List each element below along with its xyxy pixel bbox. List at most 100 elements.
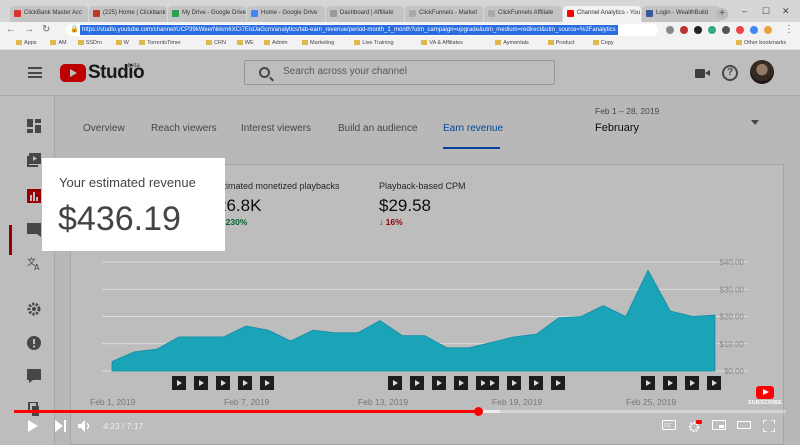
video-marker-icon[interactable]	[707, 376, 721, 390]
video-marker-icon[interactable]	[172, 376, 186, 390]
next-icon[interactable]	[55, 420, 67, 432]
video-marker-icon[interactable]	[432, 376, 446, 390]
browser-tab-label: Login - WealthBuild	[656, 10, 708, 16]
minimize-icon[interactable]: –	[742, 6, 747, 16]
reload-icon[interactable]: ↻	[42, 24, 50, 35]
video-marker-icon[interactable]	[388, 376, 402, 390]
progress-scrubber[interactable]	[474, 407, 484, 416]
new-tab-button[interactable]: +	[716, 8, 728, 20]
bookmarks-bar: Apps AM SSDrn W TorrentsTimer CRN WE Admin Marke…	[0, 38, 800, 50]
browser-tab-label: (225) Home | Clickbank	[103, 10, 166, 16]
fullscreen-icon[interactable]	[763, 420, 775, 432]
folder-icon	[592, 40, 599, 46]
lock-icon: 🔒	[70, 26, 79, 33]
browser-tab[interactable]: ClickFunnels - Market	[405, 6, 483, 22]
tab-favicon-icon	[330, 10, 337, 17]
bookmark-item[interactable]: TorrentsTimer	[139, 40, 181, 46]
extension-icon[interactable]	[694, 26, 702, 34]
svg-text:CC: CC	[665, 423, 672, 429]
bookmark-item[interactable]: CRN	[206, 40, 226, 46]
browser-tab-label: Channel Analytics - You	[577, 10, 641, 16]
video-marker-icon[interactable]	[507, 376, 521, 390]
menu-icon[interactable]: ⋮	[784, 24, 794, 35]
captions-icon[interactable]: CC	[662, 420, 676, 430]
bookmark-item[interactable]: Copy	[592, 40, 614, 46]
extension-icon[interactable]	[722, 26, 730, 34]
bookmark-item[interactable]: Product	[547, 40, 575, 46]
address-bar[interactable]: 🔒 https://studio.youtube.com/channel/UCP…	[66, 24, 658, 36]
subscribe-watermark[interactable]: SUBSCRIBE	[747, 386, 783, 406]
browser-tab-label: ClickFunnels Affiliate	[498, 10, 554, 16]
bookmark-item[interactable]: AM	[50, 40, 67, 46]
browser-tab[interactable]: (225) Home | Clickbank	[89, 6, 167, 22]
video-marker-icon[interactable]	[641, 376, 655, 390]
bookmark-item[interactable]: Marketing	[302, 40, 334, 46]
revenue-value: $436.19	[58, 200, 181, 238]
browser-tab[interactable]: My Drive - Google Drive	[168, 6, 246, 22]
video-marker-icon[interactable]	[216, 376, 230, 390]
video-marker-icon[interactable]	[551, 376, 565, 390]
revenue-area	[111, 269, 716, 372]
browser-tab[interactable]: Login - WealthBuild	[642, 6, 720, 22]
play-icon[interactable]	[27, 420, 39, 432]
video-marker-icon[interactable]	[410, 376, 424, 390]
video-marker-icon[interactable]	[194, 376, 208, 390]
video-marker-icon[interactable]	[685, 376, 699, 390]
extension-icon[interactable]	[708, 26, 716, 34]
close-icon[interactable]: ✕	[782, 6, 790, 17]
folder-icon	[50, 40, 57, 46]
folder-icon	[354, 40, 361, 46]
y-tick-label: $10.00	[720, 340, 745, 349]
bookmark-item[interactable]: Aymentals	[495, 40, 529, 46]
theater-mode-icon[interactable]	[737, 420, 751, 430]
browser-tab[interactable]: Channel Analytics - You	[563, 6, 641, 22]
tab-favicon-icon	[567, 10, 574, 17]
browser-tab-label: Dashboard | Affiliate	[340, 10, 394, 16]
browser-tab[interactable]: ClickBank Master Acc	[10, 6, 88, 22]
video-marker-icon[interactable]	[454, 376, 468, 390]
y-tick-label: $20.00	[720, 313, 745, 322]
extension-icon[interactable]	[666, 26, 674, 34]
video-marker-icon[interactable]	[238, 376, 252, 390]
video-marker-icon[interactable]	[529, 376, 543, 390]
bookmark-item[interactable]: Apps	[16, 40, 37, 46]
x-tick-label: Feb 7, 2019	[224, 397, 270, 407]
maximize-icon[interactable]: ☐	[762, 6, 770, 17]
extension-icon[interactable]	[680, 26, 688, 34]
browser-tab[interactable]: Dashboard | Affiliate	[326, 6, 404, 22]
browser-tab-label: ClickBank Master Acc	[24, 10, 83, 16]
video-marker-icon[interactable]	[663, 376, 677, 390]
forward-icon[interactable]: →	[24, 24, 34, 35]
bookmark-item[interactable]: SSDrn	[77, 40, 102, 46]
bookmark-item[interactable]: W	[115, 40, 129, 46]
folder-icon	[206, 40, 212, 46]
extension-icon[interactable]	[736, 26, 744, 34]
x-tick-label: Feb 13, 2019	[358, 397, 408, 407]
progress-fill	[14, 410, 479, 413]
bookmark-item[interactable]: VA & Affiliates	[421, 40, 463, 46]
browser-tab[interactable]: Home - Google Drive	[247, 6, 325, 22]
miniplayer-icon[interactable]	[712, 420, 726, 430]
folder-icon	[736, 40, 742, 46]
video-marker-icon[interactable]	[485, 376, 499, 390]
volume-icon[interactable]	[78, 420, 92, 432]
settings-gear-icon[interactable]	[688, 420, 702, 432]
bookmark-item[interactable]: WE	[236, 40, 254, 46]
folder-icon	[16, 40, 22, 46]
profile-icon[interactable]	[764, 26, 772, 34]
y-tick-label: $30.00	[720, 285, 745, 294]
folder-icon	[302, 40, 308, 46]
folder-icon	[547, 40, 554, 46]
folder-icon	[236, 40, 243, 46]
back-icon[interactable]: ←	[6, 24, 16, 35]
revenue-callout: Your estimated revenue $436.19	[42, 158, 225, 251]
video-marker-icon[interactable]	[260, 376, 274, 390]
bookmark-item[interactable]: Admin	[264, 40, 288, 46]
x-tick-label: Feb 25, 2019	[626, 397, 676, 407]
folder-icon	[421, 40, 428, 46]
extension-icon[interactable]	[750, 26, 758, 34]
x-tick-label: Feb 1, 2019	[90, 397, 136, 407]
bookmark-item[interactable]: Live Training	[354, 40, 394, 46]
other-bookmarks[interactable]: Other bookmarks	[736, 40, 786, 46]
browser-tab[interactable]: ClickFunnels Affiliate	[484, 6, 562, 22]
